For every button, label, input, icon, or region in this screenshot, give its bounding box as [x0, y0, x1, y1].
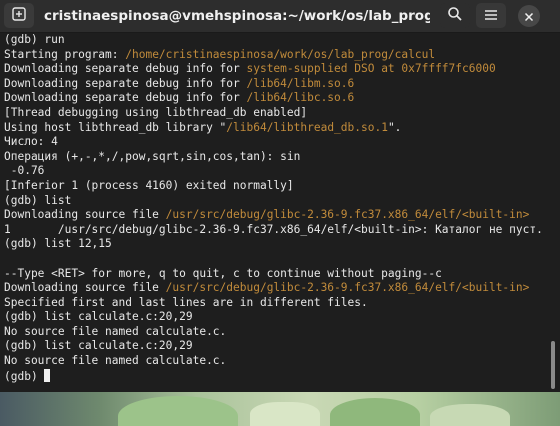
terminal-text: (gdb) run: [4, 33, 65, 46]
menu-button[interactable]: [476, 3, 506, 28]
terminal-line: Starting program: /home/cristinaespinosa…: [0, 48, 546, 63]
terminal-text: (gdb) list: [4, 193, 72, 207]
wallpaper-shape: [118, 396, 238, 426]
terminal-text: (gdb) list 12,15: [4, 237, 112, 251]
terminal-text: 1 /usr/src/debug/glibc-2.36-9.fc37.x86_6…: [4, 222, 543, 236]
path-text: /lib64/libthread_db.so.1: [226, 120, 388, 134]
terminal-text: (gdb) list calculate.c:20,29: [4, 339, 193, 353]
terminal-text: [Thread debugging using libthread_db ena…: [4, 105, 308, 119]
terminal-text: Downloading separate debug info for: [4, 62, 247, 76]
terminal-line: --Type <RET> for more, q to quit, c to c…: [0, 267, 546, 282]
terminal-line: No source file named calculate.c.: [0, 354, 546, 369]
search-button[interactable]: [440, 3, 470, 28]
new-tab-button[interactable]: [4, 3, 34, 28]
terminal-output[interactable]: (gdb) run Starting program: /home/cristin…: [0, 33, 546, 392]
path-text: /lib64/libc.so.6: [246, 91, 355, 105]
hamburger-menu-icon: [484, 6, 498, 25]
terminal-line: [Thread debugging using libthread_db ena…: [0, 106, 546, 121]
terminal-line: (gdb) list: [0, 194, 546, 209]
path-text: /usr/src/debug/glibc-2.36-9.fc37.x86_64/…: [165, 208, 530, 222]
terminal-line: (gdb) run: [0, 33, 546, 48]
terminal-line: Downloading source file /usr/src/debug/g…: [0, 281, 546, 296]
path-text: /usr/src/debug/glibc-2.36-9.fc37.x86_64/…: [165, 281, 530, 295]
terminal-line: [Inferior 1 (process 4160) exited normal…: [0, 179, 546, 194]
wallpaper-shape: [330, 398, 420, 426]
terminal-text: Starting program:: [4, 47, 126, 61]
header-bar: cristinaespinosa@vmehspinosa:~/work/os/l…: [0, 0, 560, 33]
terminal-text: [Inferior 1 (process 4160) exited normal…: [4, 178, 294, 192]
terminal-line: Downloading separate debug info for /lib…: [0, 91, 546, 106]
path-text: /lib64/libm.so.6: [246, 76, 355, 90]
terminal-text: Число: 4: [4, 135, 58, 149]
path-text: system-supplied DSO at 0x7ffff7fc6000: [246, 62, 496, 76]
terminal-text: -0.76: [4, 164, 45, 178]
search-icon: [447, 6, 463, 26]
terminal-line: Specified first and last lines are in di…: [0, 296, 546, 311]
terminal-line: Using host libthread_db library "/lib64/…: [0, 121, 546, 136]
wallpaper-shape: [250, 402, 320, 426]
terminal-line: (gdb): [0, 368, 546, 384]
terminal-line: Операция (+,-,*,/,pow,sqrt,sin,cos,tan):…: [0, 150, 546, 165]
close-icon: [524, 7, 534, 26]
terminal-text: Операция (+,-,*,/,pow,sqrt,sin,cos,tan):…: [4, 149, 301, 163]
terminal-line: (gdb) list 12,15: [0, 237, 546, 252]
terminal-line: Число: 4: [0, 135, 546, 150]
scrollbar[interactable]: [546, 33, 560, 392]
terminal-text: Downloading separate debug info for: [4, 76, 247, 90]
terminal-text: No source file named calculate.c.: [4, 354, 227, 368]
terminal-line: Downloading separate debug info for syst…: [0, 62, 546, 77]
terminal-window: cristinaespinosa@vmehspinosa:~/work/os/l…: [0, 0, 560, 392]
scrollbar-thumb[interactable]: [551, 341, 555, 389]
terminal-text: Downloading source file: [4, 208, 166, 222]
terminal-text: (gdb) list calculate.c:20,29: [4, 310, 193, 324]
terminal-text: Specified first and last lines are in di…: [4, 295, 368, 309]
close-button[interactable]: [518, 5, 540, 27]
terminal-line: -0.76: [0, 164, 546, 179]
terminal-line: Downloading separate debug info for /lib…: [0, 77, 546, 92]
path-text: /home/cristinaespinosa/work/os/lab_prog/…: [125, 47, 436, 61]
terminal-line: 1 /usr/src/debug/glibc-2.36-9.fc37.x86_6…: [0, 223, 546, 238]
terminal-line: (gdb) list calculate.c:20,29: [0, 310, 546, 325]
terminal-text: Using host libthread_db library ": [4, 120, 227, 134]
terminal-line: Downloading source file /usr/src/debug/g…: [0, 208, 546, 223]
text-cursor: [44, 368, 51, 382]
terminal-text: No source file named calculate.c.: [4, 324, 227, 338]
wallpaper-shape: [430, 404, 510, 426]
terminal-text: Downloading source file: [4, 281, 166, 295]
plus-square-icon: [12, 6, 26, 25]
terminal-text: --Type <RET> for more, q to quit, c to c…: [4, 266, 442, 280]
terminal-text: (gdb): [4, 369, 45, 383]
terminal-line: No source file named calculate.c.: [0, 325, 546, 340]
window-title: cristinaespinosa@vmehspinosa:~/work/os/l…: [44, 8, 430, 24]
desktop-wallpaper: [0, 392, 560, 426]
terminal-line: (gdb) list calculate.c:20,29: [0, 339, 546, 354]
terminal-text: ".: [387, 120, 402, 134]
terminal-text: Downloading separate debug info for: [4, 91, 247, 105]
